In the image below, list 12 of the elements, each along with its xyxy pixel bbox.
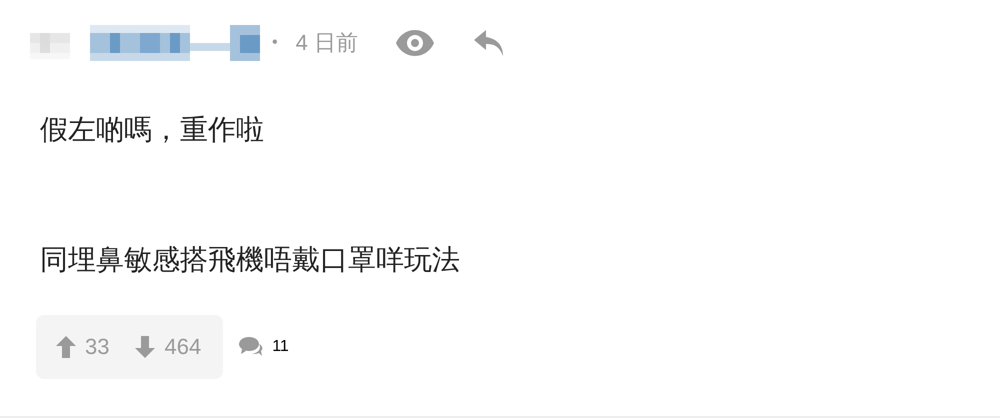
upvote-button[interactable]: 33 [56, 334, 110, 360]
speech-bubbles-icon [239, 336, 264, 358]
downvote-button[interactable]: 464 [135, 334, 202, 360]
up-arrow-icon [56, 336, 76, 358]
eye-icon[interactable] [396, 30, 434, 56]
comments-button[interactable]: 11 [239, 315, 289, 379]
down-arrow-icon [135, 336, 156, 358]
comment-text: 假左啲嗎，重作啦 [40, 113, 265, 147]
reply-icon[interactable] [474, 30, 504, 56]
post-time: 4 日前 [296, 29, 358, 57]
comment-text: 同埋鼻敏感搭飛機唔戴口罩咩玩法 [40, 243, 461, 277]
separator-dot: • [272, 34, 278, 52]
